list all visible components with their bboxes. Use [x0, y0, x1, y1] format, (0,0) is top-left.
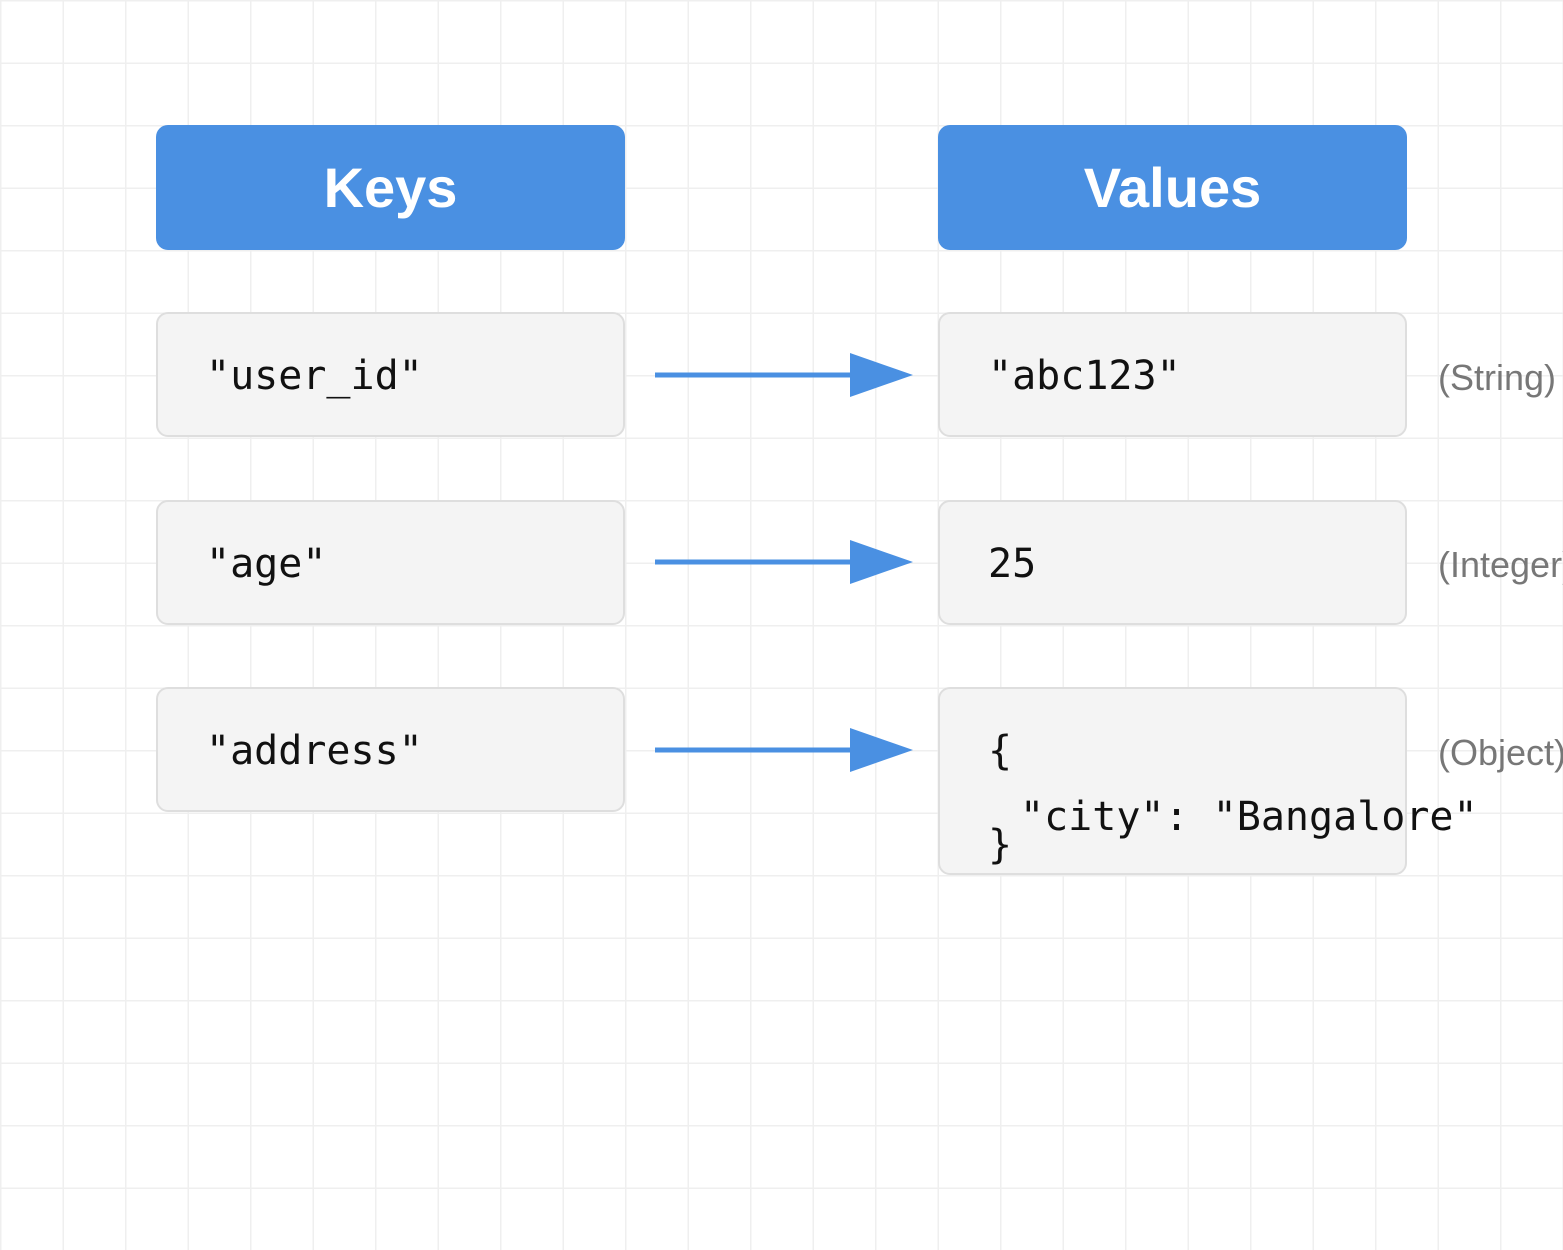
- object-city-entry: "city": "Bangalore": [1020, 794, 1478, 840]
- keys-header: Keys: [156, 125, 625, 250]
- key-box-age: "age": [156, 500, 625, 625]
- key-box-address: "address": [156, 687, 625, 812]
- type-label-string: (String): [1438, 357, 1557, 398]
- arrow-age: [655, 540, 913, 584]
- value-box-age: 25: [938, 500, 1407, 625]
- type-label-object: (Object): [1438, 732, 1563, 773]
- key-text: "address": [206, 728, 423, 774]
- key-text: "user_id": [206, 353, 423, 399]
- arrow-address: [655, 728, 913, 772]
- arrow-user-id: [655, 353, 913, 397]
- key-text: "age": [206, 541, 327, 587]
- keys-header-label: Keys: [323, 156, 458, 219]
- values-header: Values: [938, 125, 1407, 250]
- value-box-address: { "city": "Bangalore" }: [938, 687, 1478, 875]
- values-header-label: Values: [1083, 156, 1262, 219]
- value-box-user-id: "abc123": [938, 312, 1407, 437]
- type-label-integer: (Integer): [1438, 544, 1563, 585]
- value-text: 25: [988, 541, 1037, 587]
- object-open-brace: {: [988, 728, 1013, 774]
- object-close-brace: }: [988, 822, 1013, 868]
- value-text: "abc123": [988, 353, 1181, 399]
- diagram-canvas: Keys Values "user_id" "abc123" (String) …: [0, 0, 1563, 1250]
- key-box-user-id: "user_id": [156, 312, 625, 437]
